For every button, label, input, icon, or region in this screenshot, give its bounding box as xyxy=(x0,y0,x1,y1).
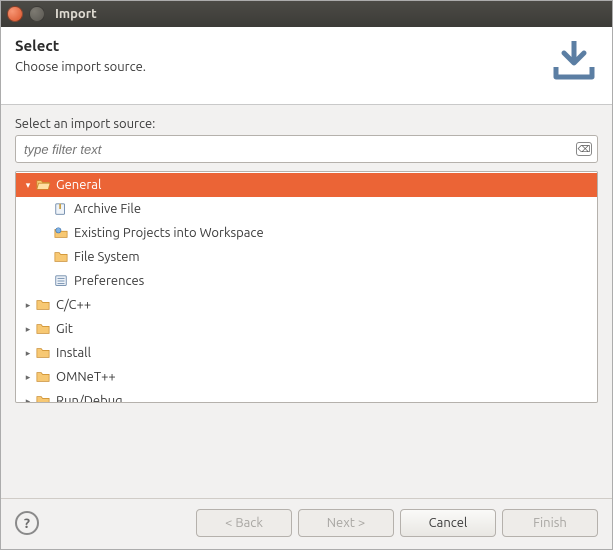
banner-heading: Select xyxy=(15,37,146,54)
tree-node-label: Git xyxy=(56,322,73,336)
folder-icon xyxy=(34,298,52,312)
titlebar[interactable]: Import xyxy=(1,1,612,27)
folder-icon xyxy=(52,250,70,264)
folder-icon xyxy=(34,322,52,336)
window-minimize-button[interactable] xyxy=(29,6,45,22)
import-source-tree[interactable]: ▾ General Archive File Existing Projects in… xyxy=(15,171,598,403)
next-button[interactable]: Next > xyxy=(298,509,394,537)
wizard-banner: Select Choose import source. xyxy=(1,27,612,105)
tree-category[interactable]: ▸ Run/Debug xyxy=(16,389,597,403)
tree-node-label: OMNeT++ xyxy=(56,370,116,384)
cancel-button[interactable]: Cancel xyxy=(400,509,496,537)
tree-leaf[interactable]: File System xyxy=(16,245,597,269)
tree-node-label: Archive File xyxy=(74,202,141,216)
project-icon xyxy=(52,226,70,240)
tree-node-label: Run/Debug xyxy=(56,394,123,403)
folder-icon xyxy=(34,394,52,403)
tree-leaf[interactable]: Existing Projects into Workspace xyxy=(16,221,597,245)
folder-icon xyxy=(34,346,52,360)
tree-leaf[interactable]: Archive File xyxy=(16,197,597,221)
tree-node-label: Install xyxy=(56,346,91,360)
tree-leaf[interactable]: Preferences xyxy=(16,269,597,293)
filter-input[interactable] xyxy=(15,135,598,163)
tree-category[interactable]: ▸ Git xyxy=(16,317,597,341)
expand-right-icon[interactable]: ▸ xyxy=(22,372,34,383)
expand-right-icon[interactable]: ▸ xyxy=(22,396,34,404)
tree-node-label: General xyxy=(56,178,101,192)
tree-node-label: Preferences xyxy=(74,274,144,288)
tree-category[interactable]: ▸ Install xyxy=(16,341,597,365)
banner-subheading: Choose import source. xyxy=(15,60,146,74)
expand-right-icon[interactable]: ▸ xyxy=(22,324,34,335)
tree-node-label: C/C++ xyxy=(56,298,91,312)
import-wizard-window: Import Select Choose import source. Sele… xyxy=(0,0,613,550)
finish-button[interactable]: Finish xyxy=(502,509,598,537)
wizard-content: Select an import source: ⌫ ▾ General Archi… xyxy=(1,105,612,498)
prefs-icon xyxy=(52,274,70,288)
clear-filter-icon[interactable]: ⌫ xyxy=(576,142,592,156)
window-title: Import xyxy=(55,7,97,21)
folder-open-icon xyxy=(34,178,52,192)
tree-category[interactable]: ▸ OMNeT++ xyxy=(16,365,597,389)
window-close-button[interactable] xyxy=(7,6,23,22)
archive-icon xyxy=(52,202,70,216)
tree-category[interactable]: ▸ C/C++ xyxy=(16,293,597,317)
wizard-footer: ? < Back Next > Cancel Finish xyxy=(1,498,612,549)
tree-node-label: Existing Projects into Workspace xyxy=(74,226,264,240)
folder-icon xyxy=(34,370,52,384)
expand-right-icon[interactable]: ▸ xyxy=(22,300,34,311)
help-button[interactable]: ? xyxy=(15,511,39,535)
back-button[interactable]: < Back xyxy=(196,509,292,537)
tree-category[interactable]: ▾ General xyxy=(16,173,597,197)
import-icon xyxy=(550,37,598,88)
tree-node-label: File System xyxy=(74,250,140,264)
expand-down-icon[interactable]: ▾ xyxy=(22,180,34,191)
expand-right-icon[interactable]: ▸ xyxy=(22,348,34,359)
import-source-label: Select an import source: xyxy=(15,117,598,131)
